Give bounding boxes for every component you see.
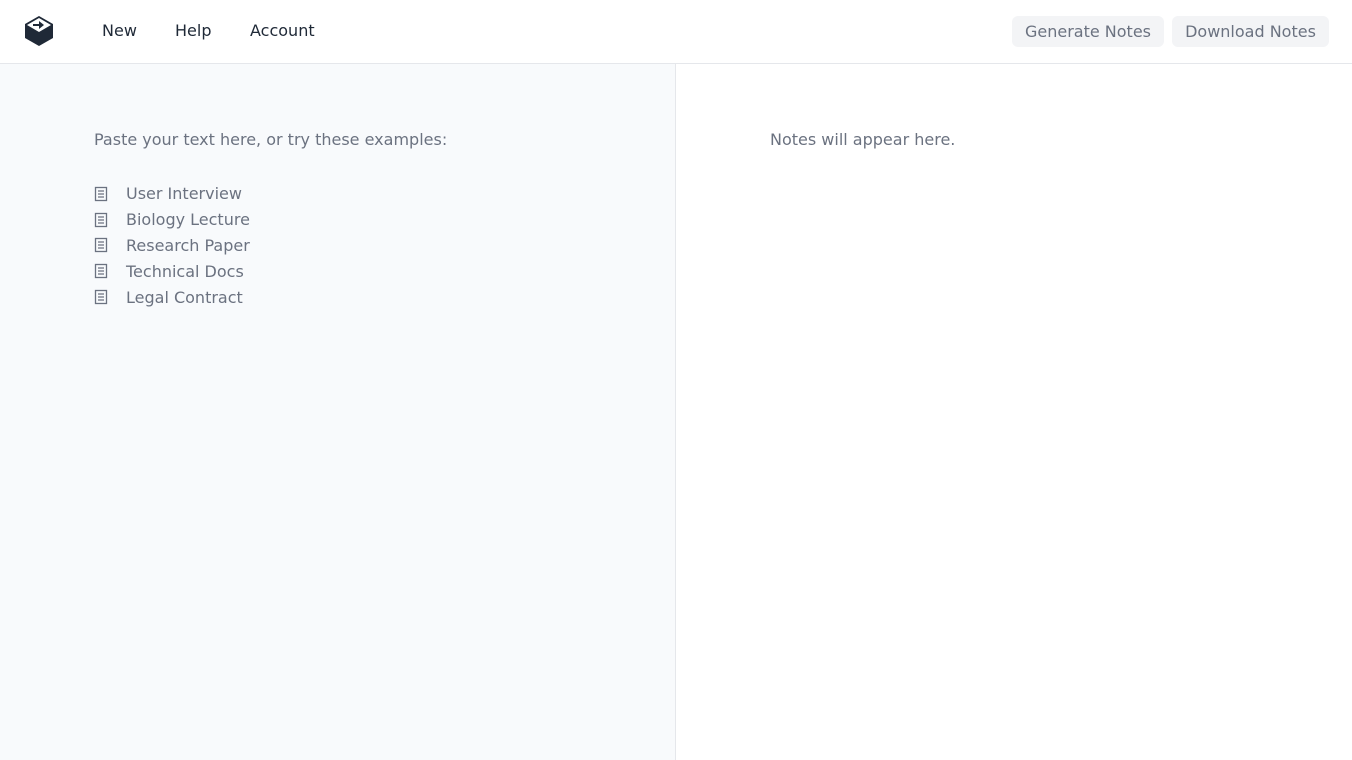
example-item[interactable]: Research Paper (94, 233, 250, 259)
nav-new[interactable]: New (102, 21, 137, 40)
example-label: Biology Lecture (126, 210, 250, 230)
document-icon (94, 264, 108, 279)
example-item[interactable]: Technical Docs (94, 258, 250, 284)
document-icon (94, 186, 108, 202)
nav-account[interactable]: Account (250, 21, 315, 40)
logo-icon[interactable] (24, 15, 54, 47)
example-item[interactable]: Legal Contract (94, 284, 250, 310)
download-notes-button[interactable]: Download Notes (1172, 16, 1329, 47)
example-label: Technical Docs (126, 261, 244, 281)
document-icon (94, 238, 108, 253)
header: New Help Account Generate Notes Download… (0, 0, 1352, 64)
example-label: User Interview (126, 184, 242, 204)
example-label: Legal Contract (126, 287, 243, 307)
example-item[interactable]: Biology Lecture (94, 207, 250, 233)
example-label: Research Paper (126, 235, 250, 255)
document-icon (94, 289, 108, 305)
input-prompt: Paste your text here, or try these examp… (94, 130, 448, 149)
examples-list: User Interview Biology Lecture Research Pa… (94, 181, 250, 310)
notes-panel: Notes will appear here. (676, 64, 1352, 760)
nav-help[interactable]: Help (175, 21, 211, 40)
notes-placeholder: Notes will appear here. (770, 130, 956, 149)
example-item[interactable]: User Interview (94, 181, 250, 207)
input-panel[interactable]: Paste your text here, or try these examp… (0, 64, 676, 760)
generate-notes-button[interactable]: Generate Notes (1012, 16, 1164, 47)
document-icon (94, 212, 108, 227)
